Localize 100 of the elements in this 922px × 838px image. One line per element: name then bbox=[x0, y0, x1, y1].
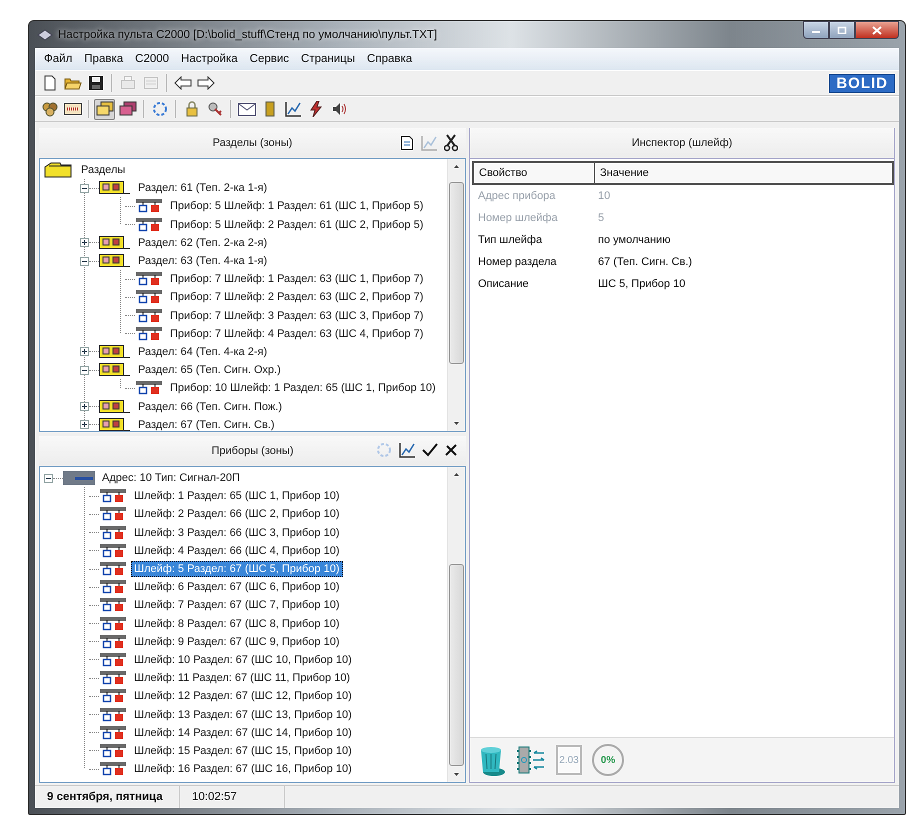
zone-icon bbox=[99, 344, 131, 359]
envelope-icon[interactable] bbox=[238, 102, 256, 116]
tree-item[interactable]: Шлейф: 15 Раздел: 67 (ШС 15, Прибор 10) bbox=[131, 742, 355, 759]
menu-item[interactable]: Настройка bbox=[176, 52, 243, 66]
lock-icon[interactable] bbox=[184, 101, 198, 117]
menu-item[interactable]: С2000 bbox=[130, 52, 174, 66]
tree-item[interactable]: Раздел: 67 (Теп. Сигн. Св.) bbox=[135, 416, 278, 431]
tree-item[interactable]: Шлейф: 11 Раздел: 67 (ШС 11, Прибор 10) bbox=[131, 670, 354, 686]
expand-icon[interactable] bbox=[80, 420, 89, 430]
tree-item[interactable]: Прибор: 7 Шлейф: 4 Раздел: 63 (ШС 4, Прибор 7) bbox=[167, 326, 426, 342]
zone-icon bbox=[99, 363, 131, 378]
trash-can-icon[interactable] bbox=[478, 744, 506, 776]
folder-icon bbox=[44, 162, 74, 178]
tree-item[interactable]: Прибор: 7 Шлейф: 3 Раздел: 63 (ШС 3, Прибор 7) bbox=[167, 308, 426, 324]
tree-item[interactable]: Прибор: 5 Шлейф: 1 Раздел: 61 (ШС 1, Прибор 5) bbox=[167, 198, 426, 214]
tree-item[interactable]: Шлейф: 13 Раздел: 67 (ШС 13, Прибор 10) bbox=[131, 706, 355, 723]
loop-icon bbox=[135, 381, 163, 396]
tree-item[interactable]: Прибор: 5 Шлейф: 2 Раздел: 61 (ШС 2, Прибор 5) bbox=[167, 216, 426, 233]
loop-icon bbox=[99, 652, 127, 667]
tree-item[interactable]: Прибор: 7 Шлейф: 1 Раздел: 63 (ШС 1, Прибор 7) bbox=[167, 271, 426, 288]
expand-icon[interactable] bbox=[80, 347, 89, 356]
collapse-icon[interactable] bbox=[44, 474, 53, 483]
tree-item[interactable]: Прибор: 7 Шлейф: 2 Раздел: 63 (ШС 2, Прибор 7) bbox=[167, 289, 426, 306]
menu-item[interactable]: Сервис bbox=[244, 52, 294, 66]
tree-item[interactable]: Шлейф: 8 Раздел: 67 (ШС 8, Прибор 10) bbox=[131, 616, 342, 632]
document-icon[interactable] bbox=[400, 135, 414, 151]
tree-item[interactable]: Шлейф: 1 Раздел: 65 (ШС 1, Прибор 10) bbox=[131, 488, 342, 504]
tree-item[interactable]: Адрес: 10 Тип: Сигнал-20П bbox=[99, 470, 243, 486]
loop-icon bbox=[99, 616, 127, 631]
minimize-button[interactable] bbox=[803, 21, 829, 39]
property-name: Тип шлейфа bbox=[477, 234, 544, 246]
close-icon[interactable] bbox=[444, 443, 458, 457]
property-name: Описание bbox=[477, 278, 530, 290]
tree-item[interactable]: Шлейф: 12 Раздел: 67 (ШС 12, Прибор 10) bbox=[131, 688, 355, 704]
zone-icon bbox=[99, 181, 131, 196]
tree-item[interactable]: Раздел: 62 (Теп. 2-ка 2-я) bbox=[135, 234, 270, 251]
loop-icon bbox=[99, 744, 127, 758]
tree-item[interactable]: Разделы bbox=[78, 162, 128, 178]
tree-item[interactable]: Шлейф: 2 Раздел: 66 (ШС 2, Прибор 10) bbox=[131, 506, 342, 522]
tree-item[interactable]: Раздел: 64 (Теп. 4-ка 2-я) bbox=[135, 344, 270, 360]
tree-item[interactable]: Шлейф: 14 Раздел: 67 (ШС 14, Прибор 10) bbox=[131, 724, 355, 741]
loop-icon bbox=[135, 218, 163, 232]
expand-icon[interactable] bbox=[80, 238, 89, 248]
menu-item[interactable]: Файл bbox=[39, 52, 78, 66]
arrow-left-icon[interactable] bbox=[174, 76, 192, 90]
loop-icon bbox=[99, 671, 127, 686]
tree-item[interactable]: Шлейф: 4 Раздел: 66 (ШС 4, Прибор 10) bbox=[131, 542, 342, 559]
tree-item[interactable]: Шлейф: 9 Раздел: 67 (ШС 9, Прибор 10) bbox=[131, 634, 342, 650]
panel-title: Разделы (зоны) bbox=[212, 137, 292, 149]
tree-item[interactable]: Шлейф: 3 Раздел: 66 (ШС 3, Прибор 10) bbox=[131, 524, 342, 541]
arrow-right-icon[interactable] bbox=[196, 76, 214, 90]
menu-item[interactable]: Правка bbox=[79, 52, 128, 66]
loop-icon bbox=[99, 689, 127, 704]
check-icon[interactable] bbox=[422, 443, 438, 457]
scissors-icon[interactable] bbox=[444, 134, 458, 152]
scrollbar[interactable] bbox=[447, 159, 465, 431]
device-icon bbox=[63, 471, 95, 486]
loop-icon bbox=[135, 272, 163, 286]
tree-item[interactable]: Раздел: 65 (Теп. Сигн. Охр.) bbox=[135, 362, 284, 378]
tree-item[interactable]: Раздел: 63 (Теп. 4-ка 1-я) bbox=[135, 253, 270, 270]
bar-icon[interactable] bbox=[264, 101, 274, 117]
loop-icon bbox=[99, 762, 127, 776]
collapse-icon[interactable] bbox=[80, 184, 89, 193]
tree-item[interactable]: Шлейф: 10 Раздел: 67 (ШС 10, Прибор 10) bbox=[131, 652, 355, 668]
column-header[interactable]: Значение bbox=[594, 163, 892, 183]
chip-icon[interactable] bbox=[516, 745, 546, 775]
loop-icon bbox=[135, 326, 163, 341]
property-value[interactable]: ШС 5, Прибор 10 bbox=[596, 278, 894, 290]
menu-item[interactable]: Страницы bbox=[296, 52, 360, 66]
tree-item[interactable]: Прибор: 10 Шлейф: 1 Раздел: 65 (ШС 1, Прибор 10) bbox=[167, 380, 439, 396]
loop-icon bbox=[135, 308, 163, 323]
loop-icon bbox=[99, 526, 127, 540]
scrollbar[interactable] bbox=[447, 467, 465, 782]
loop-icon bbox=[99, 507, 127, 522]
tree-item[interactable]: Раздел: 66 (Теп. Сигн. Пож.) bbox=[135, 398, 285, 415]
tree-item[interactable]: Раздел: 61 (Теп. 2-ка 1-я) bbox=[135, 180, 270, 196]
expand-icon[interactable] bbox=[80, 402, 89, 412]
keypad-icon[interactable] bbox=[64, 103, 82, 115]
tree-item[interactable]: Шлейф: 7 Раздел: 67 (ШС 7, Прибор 10) bbox=[131, 597, 342, 614]
loop-icon bbox=[99, 580, 127, 594]
property-value[interactable]: 67 (Теп. Сигн. Св.) bbox=[596, 256, 894, 268]
maximize-button[interactable] bbox=[829, 21, 855, 39]
menu-item[interactable]: Справка bbox=[362, 52, 418, 66]
collapse-icon[interactable] bbox=[80, 256, 89, 266]
tree-item[interactable]: Шлейф: 16 Раздел: 67 (ШС 16, Прибор 10) bbox=[131, 761, 355, 778]
zone-icon bbox=[99, 236, 131, 250]
column-header[interactable]: Свойство bbox=[474, 163, 594, 183]
lightning-icon[interactable] bbox=[308, 101, 322, 117]
tree-item[interactable]: Шлейф: 5 Раздел: 67 (ШС 5, Прибор 10) bbox=[131, 561, 342, 578]
status-time: 10:02:57 bbox=[180, 786, 285, 808]
window-title: Настройка пульта С2000 [D:\bolid_stuff\Стенд по умолчанию\пульт.TXT] bbox=[58, 28, 438, 40]
collapse-icon[interactable] bbox=[80, 366, 89, 375]
tree-item[interactable]: Шлейф: 6 Раздел: 67 (ШС 6, Прибор 10) bbox=[131, 579, 342, 596]
loop-icon bbox=[99, 634, 127, 649]
close-button[interactable] bbox=[855, 21, 899, 39]
property-value[interactable]: по умолчанию bbox=[596, 234, 894, 246]
chart-pen-icon[interactable] bbox=[398, 442, 416, 458]
panel-title: Приборы (зоны) bbox=[211, 445, 294, 457]
loop-icon bbox=[99, 598, 127, 612]
logo: BOLID bbox=[829, 74, 895, 92]
